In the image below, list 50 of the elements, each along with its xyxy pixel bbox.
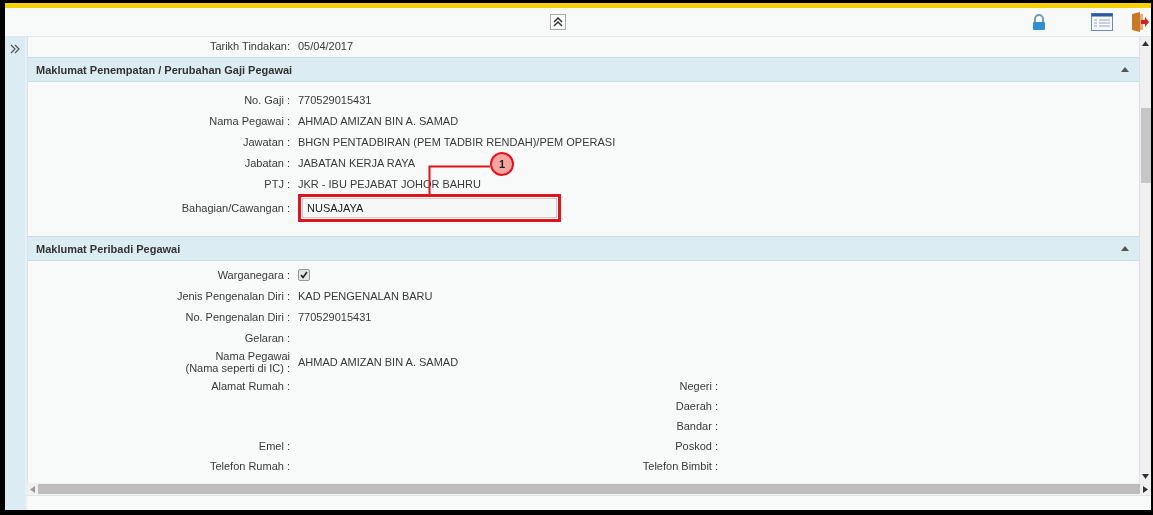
field-label: Bahagian/Cawangan : [181,202,290,214]
field-value: KAD PENGENALAN BARU [298,289,433,302]
field-label: Poskod : [675,440,718,452]
field-label: Telefon Bimbit : [642,460,718,472]
field-label: Jawatan : [242,135,290,148]
field-value: BHGN PENTADBIRAN (PEM TADBIR RENDAH)/PEM OPERASI [298,135,616,148]
collapse-icon[interactable] [1121,246,1129,251]
scroll-right-icon[interactable] [1143,485,1148,493]
horizontal-scrollbar[interactable] [27,483,1151,495]
collapse-up-button[interactable] [550,14,566,30]
callout-number: 1 [490,152,514,176]
scrollbar-thumb[interactable] [38,484,1140,494]
field-label: Negeri : [679,380,718,392]
section-header[interactable]: Maklumat Penempatan / Perubahan Gaji Pegawai [28,57,1139,82]
section-header[interactable]: Maklumat Peribadi Pegawai [28,236,1139,261]
field-value: AHMAD AMIZAN BIN A. SAMAD [298,356,459,368]
field-label: Nama Pegawai : [209,114,290,127]
expand-sidebar-button[interactable] [9,43,21,55]
field-value: 770529015431 [298,310,372,323]
field-label: Jabatan : [244,156,290,169]
field-value: 770529015431 [298,93,372,106]
scroll-down-icon[interactable] [1142,474,1149,479]
scroll-up-icon[interactable] [1142,41,1149,46]
field-label: Gelaran : [244,331,290,344]
collapse-icon[interactable] [1121,67,1129,72]
scrollbar-thumb[interactable] [1140,108,1151,183]
input-field[interactable]: NUSAJAYA [302,198,557,218]
field-label: (Nama seperti di IC) : [185,362,290,374]
exit-door-icon[interactable] [1131,12,1149,32]
vertical-scrollbar[interactable] [1139,37,1151,483]
field-label: No. Pengenalan Diri : [185,310,290,323]
field-label: Nama Pegawai [215,350,290,362]
field-value: JABATAN KERJA RAYA [298,156,416,169]
field-label: PTJ : [264,177,290,190]
field-label: Warganegara : [217,268,290,281]
field-label: Tarikh Tindakan: [209,40,290,52]
checkbox[interactable] [298,268,310,281]
field-label: Jenis Pengenalan Diri : [176,289,290,302]
field-label: No. Gaji : [244,93,290,106]
field-value: 05/04/2017 [298,40,354,52]
field-label: Daerah : [675,400,718,412]
section-title: Maklumat Penempatan / Perubahan Gaji Pegawai [36,63,293,76]
padlock-icon[interactable] [1031,14,1047,30]
section-title: Maklumat Peribadi Pegawai [36,242,181,255]
field-label: Telefon Rumah : [209,460,290,472]
field-label: Emel : [258,440,290,452]
field-label: Alamat Rumah : [211,380,290,392]
list-window-icon[interactable] [1091,13,1113,31]
field-value: AHMAD AMIZAN BIN A. SAMAD [298,114,459,127]
field-label: Bandar : [676,420,718,432]
